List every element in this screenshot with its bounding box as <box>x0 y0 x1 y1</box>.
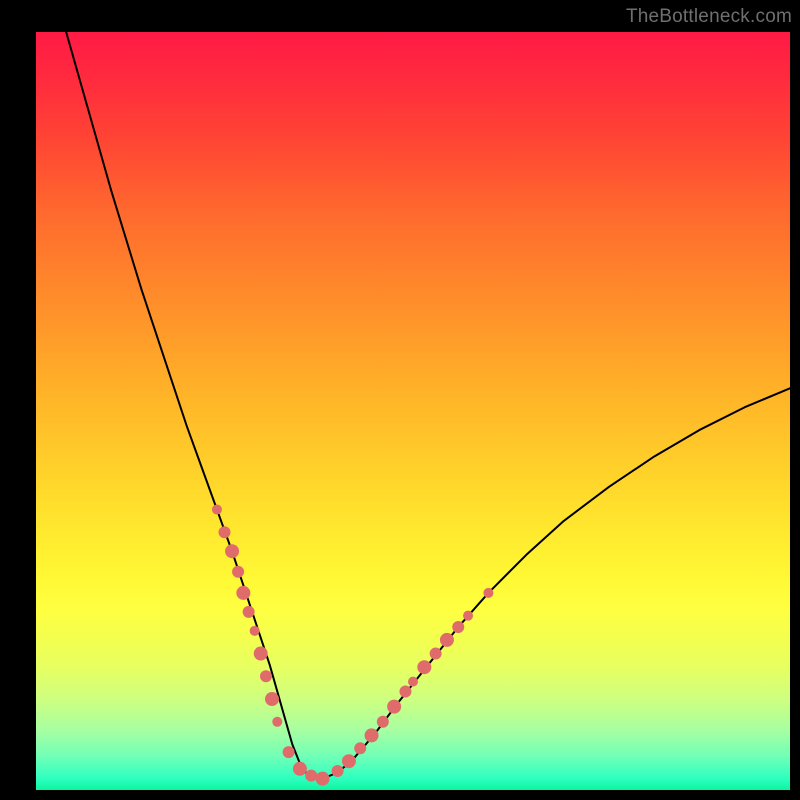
marker-dot <box>463 611 473 621</box>
marker-dot <box>417 660 431 674</box>
marker-dot <box>283 746 295 758</box>
marker-dot <box>483 588 493 598</box>
marker-dot <box>272 717 282 727</box>
marker-dot <box>225 544 239 558</box>
marker-dot <box>219 526 231 538</box>
plot-svg <box>36 32 790 790</box>
marker-dot <box>232 566 244 578</box>
marker-dot <box>265 692 279 706</box>
marker-dot <box>377 716 389 728</box>
marker-dot <box>250 626 260 636</box>
marker-dot <box>212 505 222 515</box>
marker-dot <box>365 728 379 742</box>
marker-dot <box>236 586 250 600</box>
marker-dot <box>243 606 255 618</box>
marker-dot <box>430 648 442 660</box>
watermark-text: TheBottleneck.com <box>626 6 792 28</box>
marker-dot <box>408 677 418 687</box>
marker-dot <box>316 772 330 786</box>
marker-dot <box>399 685 411 697</box>
marker-dot <box>452 621 464 633</box>
heatmap-background <box>36 32 790 790</box>
marker-dot <box>332 765 344 777</box>
marker-dot <box>305 770 317 782</box>
plot-area <box>36 32 790 790</box>
marker-dot <box>440 633 454 647</box>
marker-dot <box>260 670 272 682</box>
marker-dot <box>293 762 307 776</box>
marker-dot <box>342 754 356 768</box>
chart-frame: TheBottleneck.com <box>0 0 800 800</box>
marker-dot <box>254 647 268 661</box>
marker-dot <box>354 742 366 754</box>
marker-dot <box>387 700 401 714</box>
